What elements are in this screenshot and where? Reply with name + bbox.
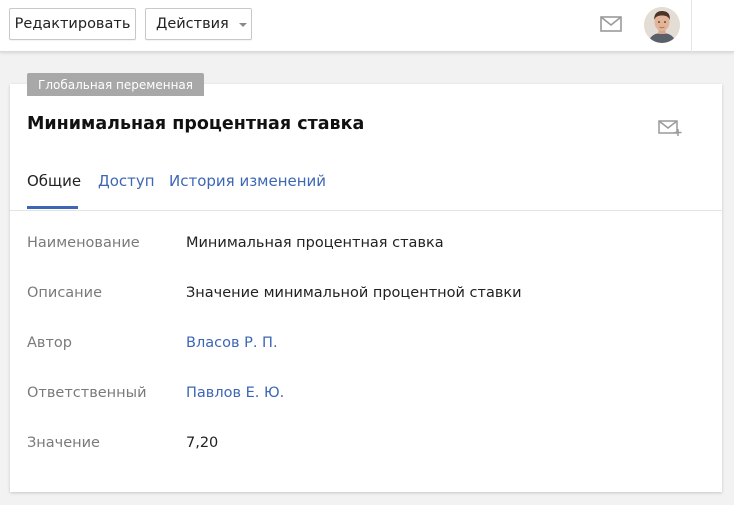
tab-general[interactable]: Общие bbox=[27, 172, 81, 190]
actions-label: Действия bbox=[156, 16, 229, 32]
tab-history[interactable]: История изменений bbox=[169, 172, 326, 190]
field-value-description: Значение минимальной процентной ставки bbox=[186, 285, 522, 301]
active-tab-indicator bbox=[27, 206, 78, 209]
mail-icon[interactable] bbox=[599, 14, 623, 34]
tab-access[interactable]: Доступ bbox=[98, 172, 155, 190]
page-title: Минимальная процентная ставка bbox=[27, 114, 365, 134]
field-value-name: Минимальная процентная ставка bbox=[186, 235, 444, 251]
field-value-value: 7,20 bbox=[186, 435, 219, 451]
tabs-divider bbox=[10, 210, 722, 211]
user-avatar[interactable] bbox=[644, 7, 680, 43]
top-toolbar: Редактировать Действия bbox=[0, 0, 734, 52]
field-label-value: Значение bbox=[27, 435, 100, 451]
field-label-responsible: Ответственный bbox=[27, 385, 147, 401]
field-label-description: Описание bbox=[27, 285, 102, 301]
variable-type-badge: Глобальная переменная bbox=[27, 73, 204, 96]
toolbar-divider bbox=[691, 0, 692, 52]
actions-dropdown-button[interactable]: Действия bbox=[145, 8, 252, 40]
mail-add-icon[interactable] bbox=[657, 117, 683, 137]
edit-button[interactable]: Редактировать bbox=[9, 8, 136, 40]
field-label-author: Автор bbox=[27, 335, 72, 351]
field-label-name: Наименование bbox=[27, 235, 140, 251]
field-value-author-link[interactable]: Власов Р. П. bbox=[186, 335, 278, 351]
chevron-down-icon bbox=[238, 22, 247, 27]
avatar-icon bbox=[644, 7, 680, 43]
field-value-responsible-link[interactable]: Павлов Е. Ю. bbox=[186, 385, 284, 401]
